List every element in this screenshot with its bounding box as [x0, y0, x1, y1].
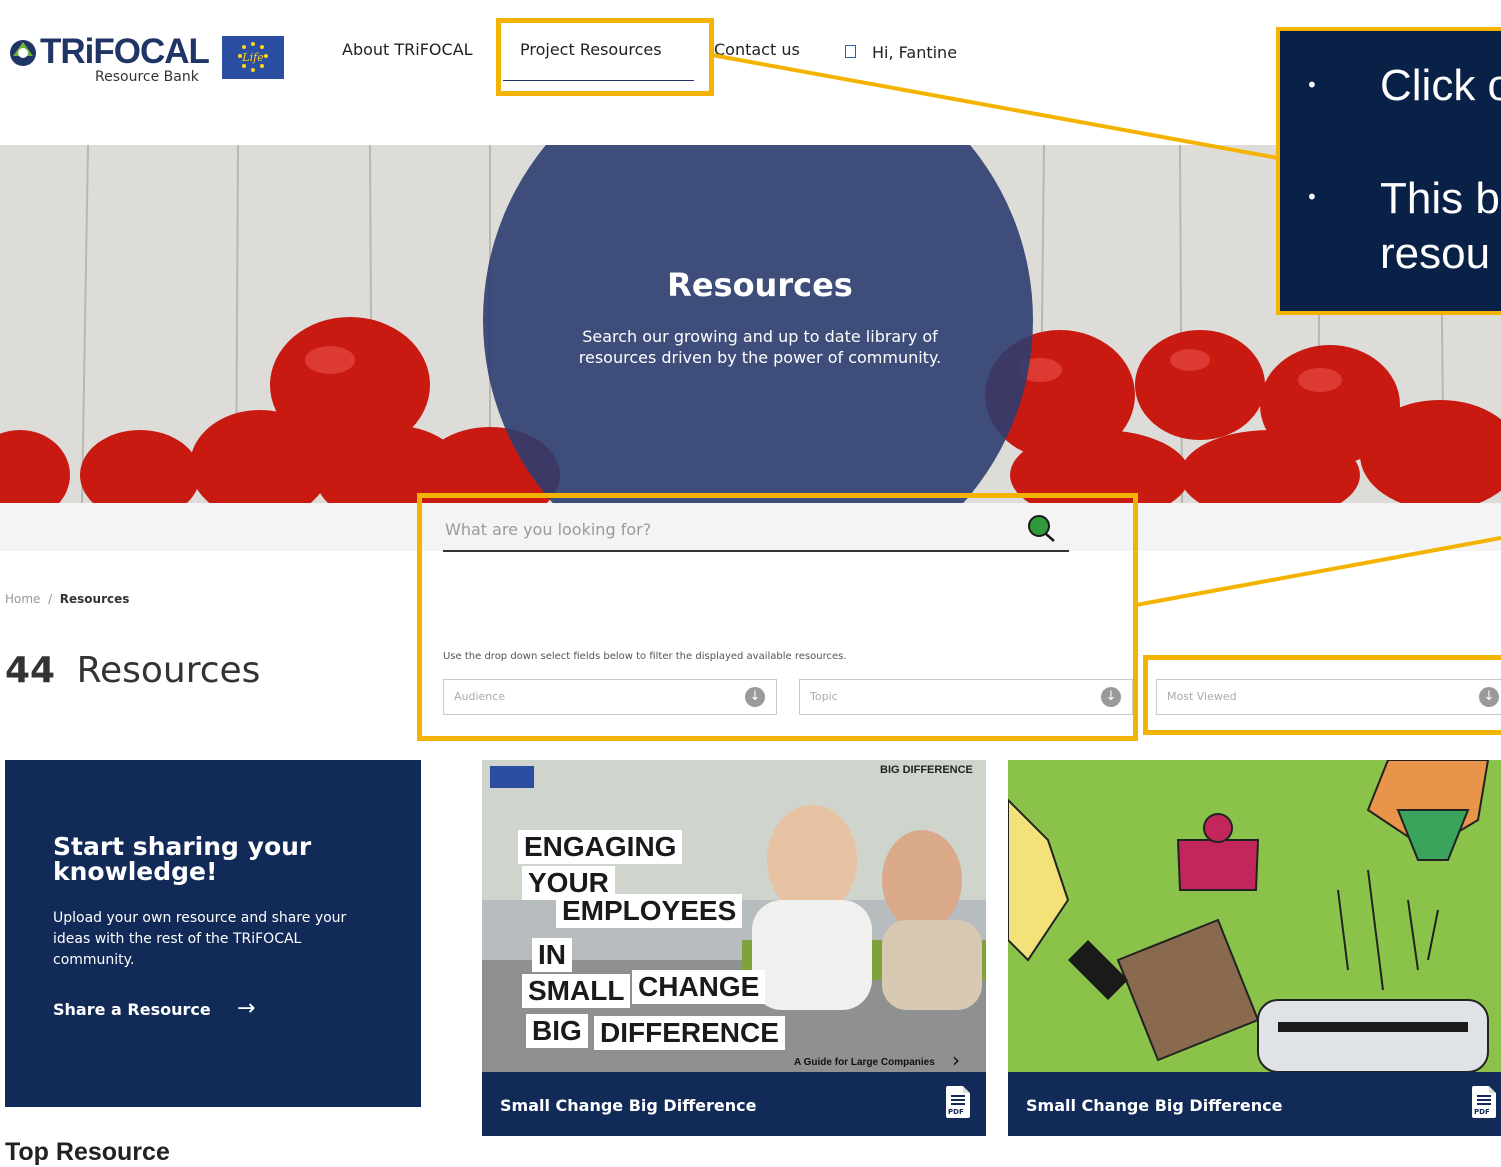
- hero-title: Resources: [667, 266, 853, 304]
- pdf-file-icon: PDF: [946, 1086, 970, 1118]
- thumbnail-caption: A Guide for Large Companies: [794, 1057, 935, 1068]
- logo-subtitle: Resource Bank: [95, 69, 199, 85]
- share-resource-link[interactable]: Share a Resource: [53, 1000, 211, 1019]
- hero-description: Search our growing and up to date librar…: [578, 327, 942, 367]
- chevron-right-icon: ›: [952, 1048, 960, 1072]
- user-greeting[interactable]: Hi, Fantine: [872, 43, 957, 62]
- thumbnail-word: ENGAGING: [518, 830, 683, 864]
- callout-line: resou: [1380, 229, 1491, 278]
- results-label: Resources: [76, 650, 261, 691]
- pdf-file-icon: PDF: [1472, 1086, 1496, 1118]
- file-type-label: PDF: [1474, 1108, 1490, 1116]
- thumbnail-word: EMPLOYEES: [556, 894, 743, 928]
- breadcrumb: Home / Resources: [5, 592, 129, 606]
- highlight-search-filters: [417, 493, 1138, 741]
- share-card-title: Start sharing your knowledge!: [53, 832, 312, 886]
- thumbnail-word: CHANGE: [632, 970, 766, 1004]
- file-type-label: PDF: [948, 1108, 964, 1116]
- callout-line: This b: [1380, 174, 1500, 223]
- results-count: 44: [5, 650, 56, 691]
- thumbnail-word: IN: [532, 938, 572, 972]
- bullet-icon: •: [1306, 73, 1318, 97]
- resource-card-title[interactable]: Small Change Big Difference: [1026, 1096, 1282, 1115]
- thumbnail-word: DIFFERENCE: [594, 1016, 785, 1050]
- nav-contact[interactable]: Contact us: [714, 40, 800, 59]
- thumbnail-badge: BIG DIFFERENCE: [880, 764, 973, 776]
- resource-thumbnail-image: [1008, 760, 1501, 1072]
- resource-card-footer: Small Change Big Difference PDF: [1008, 1072, 1501, 1136]
- highlight-sort-select: [1143, 655, 1501, 735]
- bullet-icon: •: [1306, 185, 1318, 209]
- logo-wordmark: TRiFOCAL: [40, 32, 210, 71]
- arrow-right-icon[interactable]: →: [237, 996, 255, 1021]
- svg-text:Life: Life: [241, 51, 264, 64]
- resource-card-title[interactable]: Small Change Big Difference: [500, 1096, 756, 1115]
- share-card: Start sharing your knowledge! Upload you…: [5, 760, 421, 1107]
- breadcrumb-separator: /: [48, 592, 53, 606]
- user-icon: [845, 45, 856, 58]
- eu-life-flag-icon: Life: [222, 36, 284, 79]
- results-count-heading: 44 Resources: [5, 650, 260, 691]
- resource-card[interactable]: Small Change Big Difference PDF: [1008, 760, 1501, 1136]
- instruction-callout: • Click o • This b resou: [1276, 27, 1501, 315]
- share-card-text: Upload your own resource and share your …: [53, 910, 347, 968]
- resource-card[interactable]: BIG DIFFERENCE ENGAGING YOUR EMPLOYEES I…: [482, 760, 986, 1136]
- highlight-project-resources: [496, 18, 714, 96]
- callout-line: Click o: [1380, 61, 1501, 110]
- top-resource-heading: Top Resource: [5, 1138, 170, 1166]
- breadcrumb-current: Resources: [59, 592, 130, 606]
- resource-card-footer: Small Change Big Difference PDF: [482, 1072, 986, 1136]
- breadcrumb-home[interactable]: Home: [5, 592, 40, 606]
- logo-mark-icon: [10, 40, 36, 66]
- nav-about[interactable]: About TRiFOCAL: [342, 40, 473, 59]
- thumbnail-word: SMALL: [522, 974, 631, 1008]
- thumbnail-word: BIG: [526, 1014, 588, 1048]
